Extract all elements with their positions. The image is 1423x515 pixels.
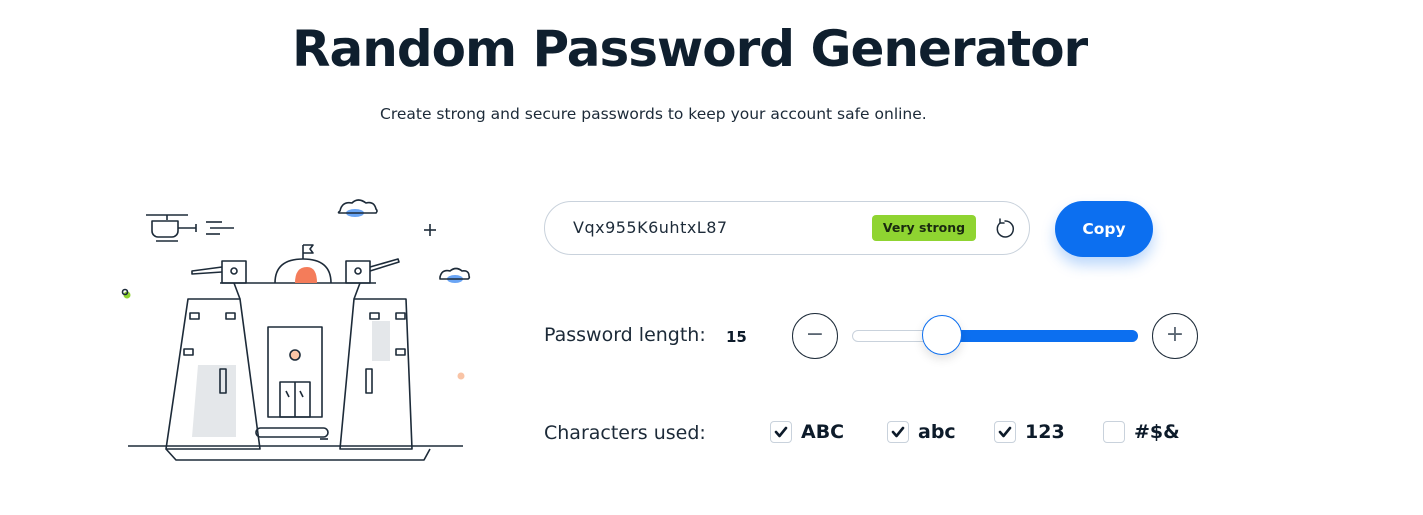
page-title: Random Password Generator bbox=[292, 20, 1088, 78]
password-length-value: 15 bbox=[726, 328, 747, 346]
castle-illustration bbox=[121, 199, 471, 461]
checkbox-numbers[interactable] bbox=[994, 421, 1016, 443]
checkmark-icon bbox=[998, 426, 1012, 438]
length-slider-fill bbox=[942, 330, 1138, 342]
checkmark-icon bbox=[891, 426, 905, 438]
helicopter-icon bbox=[146, 214, 234, 242]
decrease-length-button[interactable]: − bbox=[792, 313, 838, 359]
password-length-label: Password length: bbox=[544, 324, 706, 346]
password-field[interactable]: Vqx955K6uhtxL87 Very strong bbox=[544, 201, 1030, 255]
page-subtitle: Create strong and secure passwords to ke… bbox=[380, 105, 927, 123]
option-uppercase-label: ABC bbox=[801, 421, 845, 443]
checkbox-lowercase[interactable] bbox=[887, 421, 909, 443]
option-symbols[interactable]: #$& bbox=[1103, 421, 1180, 443]
option-lowercase-label: abc bbox=[918, 421, 956, 443]
option-numbers[interactable]: 123 bbox=[994, 421, 1065, 443]
password-value[interactable]: Vqx955K6uhtxL87 bbox=[573, 218, 728, 237]
checkbox-uppercase[interactable] bbox=[770, 421, 792, 443]
length-slider-thumb[interactable] bbox=[922, 315, 963, 355]
option-lowercase[interactable]: abc bbox=[887, 421, 956, 443]
strength-badge: Very strong bbox=[872, 215, 976, 241]
page: Random Password Generator Create strong … bbox=[0, 0, 1423, 515]
option-symbols-label: #$& bbox=[1134, 421, 1180, 443]
copy-button[interactable]: Copy bbox=[1055, 201, 1153, 257]
refresh-icon[interactable] bbox=[993, 218, 1015, 240]
checkmark-icon bbox=[774, 426, 788, 438]
option-numbers-label: 123 bbox=[1025, 421, 1065, 443]
characters-used-label: Characters used: bbox=[544, 422, 706, 444]
checkbox-symbols[interactable] bbox=[1103, 421, 1125, 443]
option-uppercase[interactable]: ABC bbox=[770, 421, 844, 443]
increase-length-button[interactable]: + bbox=[1152, 313, 1198, 359]
